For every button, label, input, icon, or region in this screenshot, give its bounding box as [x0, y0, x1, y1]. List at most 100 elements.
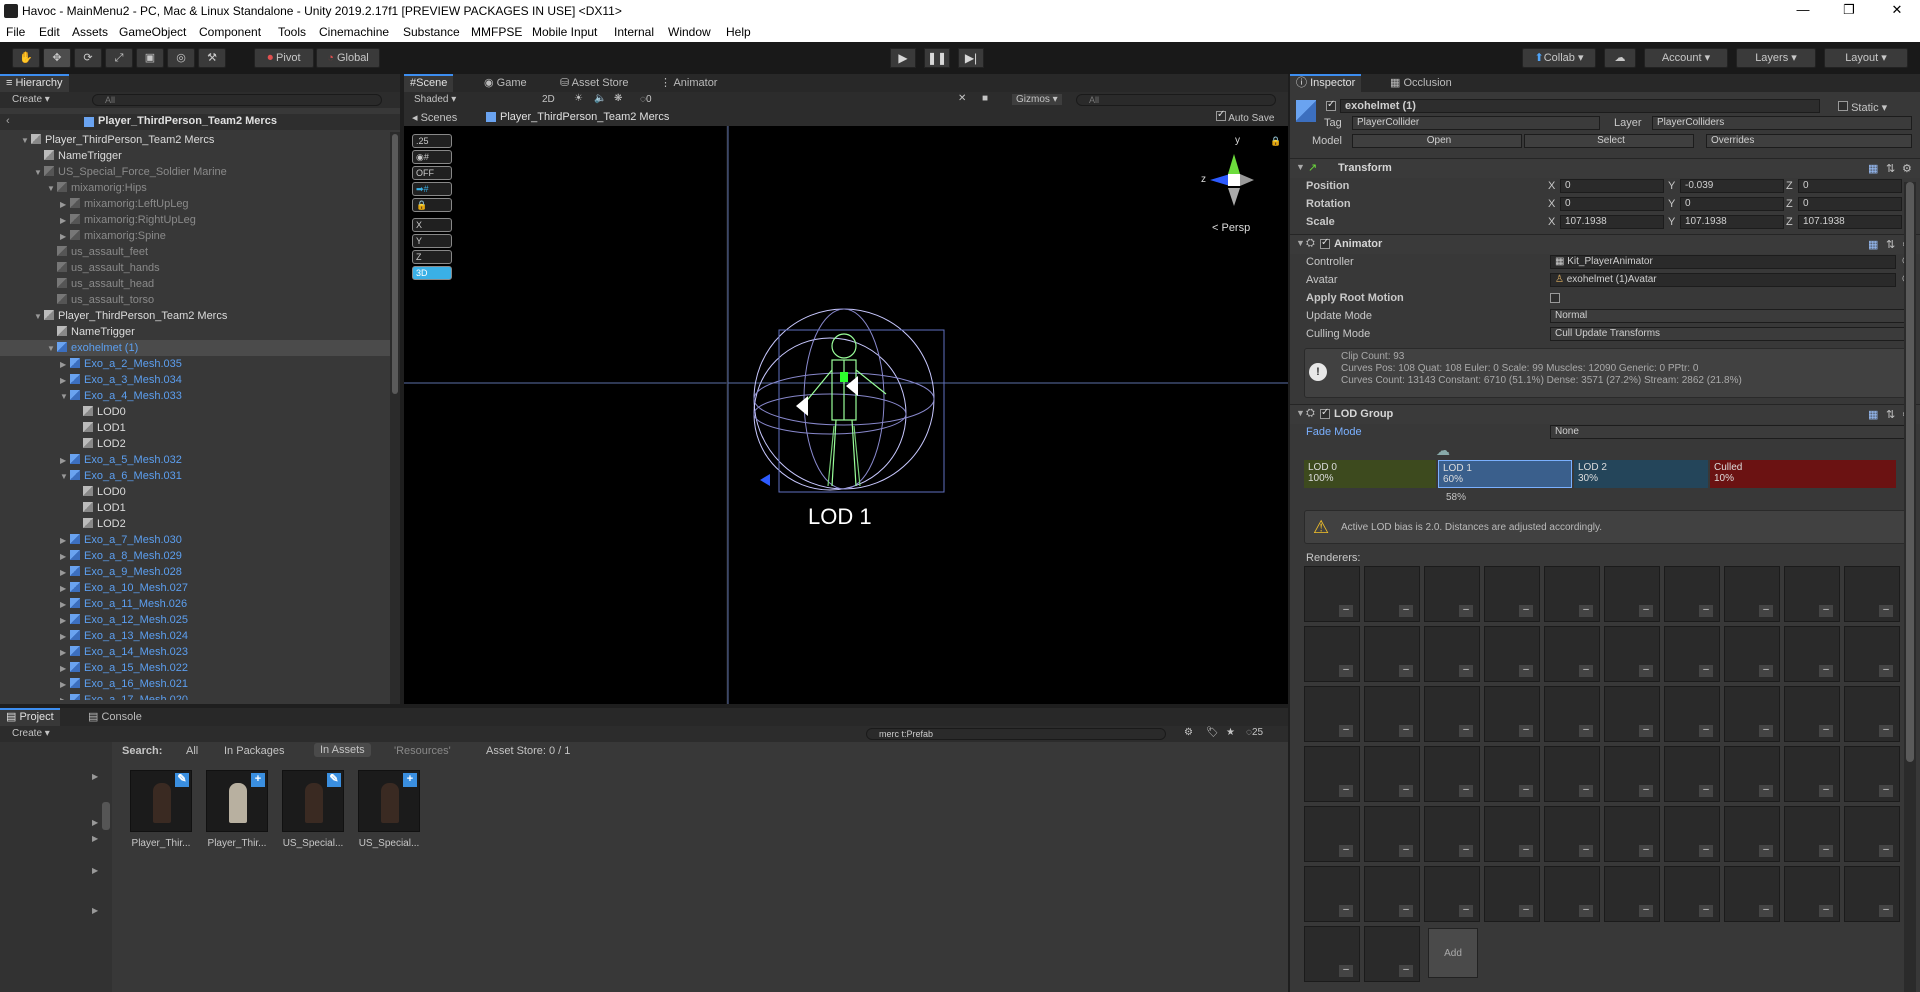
renderer-slot[interactable] — [1424, 746, 1480, 802]
hierarchy-item[interactable]: ▶ Exo_a_5_Mesh.032 — [0, 452, 390, 468]
menu-edit[interactable]: Edit — [39, 25, 60, 39]
renderer-slot[interactable] — [1544, 686, 1600, 742]
renderer-slot[interactable] — [1544, 746, 1600, 802]
menu-gameobject[interactable]: GameObject — [119, 25, 186, 39]
renderer-slot[interactable] — [1484, 686, 1540, 742]
hand-tool-icon[interactable]: ✋ — [12, 48, 40, 68]
renderer-slot[interactable] — [1784, 746, 1840, 802]
shading-dropdown[interactable]: Shaded ▾ — [414, 94, 456, 105]
tag-dropdown[interactable]: PlayerCollider — [1352, 116, 1600, 130]
folder-expand-icon[interactable]: ▶ — [92, 866, 98, 875]
expand-arrow-icon[interactable]: ▶ — [60, 677, 70, 693]
tab-project[interactable]: ▤ Project — [0, 708, 60, 726]
renderer-slot[interactable] — [1844, 746, 1900, 802]
cloud-icon[interactable]: ☁ — [1604, 48, 1636, 68]
favorite-star-icon[interactable]: ★ — [1226, 727, 1235, 738]
help-icon[interactable]: ▦ — [1868, 162, 1878, 175]
lod-level-2[interactable]: LOD 2 30% — [1574, 460, 1708, 488]
scope-all[interactable]: All — [186, 745, 198, 757]
prefab-thumbnail[interactable]: ✎ — [130, 770, 192, 832]
renderer-slot[interactable] — [1724, 866, 1780, 922]
animator-enabled-checkbox[interactable] — [1320, 237, 1330, 252]
renderer-slot[interactable] — [1664, 566, 1720, 622]
hierarchy-item[interactable]: ▶ Exo_a_11_Mesh.026 — [0, 596, 390, 612]
menu-substance[interactable]: Substance — [403, 25, 460, 39]
rotation-y-axis-label[interactable]: Y — [1668, 198, 1675, 210]
preset-icon[interactable]: ⇅ — [1886, 408, 1895, 421]
renderer-slot[interactable] — [1424, 626, 1480, 682]
scale-tool-icon[interactable]: ⤢ — [105, 48, 133, 68]
camera-marker-icon[interactable]: ☁ — [1436, 442, 1450, 459]
lod-level-3[interactable]: Culled 10% — [1710, 460, 1896, 488]
hierarchy-item[interactable]: ▼ Player_ThirdPerson_Team2 Mercs — [0, 132, 390, 148]
step-button[interactable]: ▶| — [958, 48, 984, 68]
renderer-slot[interactable] — [1664, 746, 1720, 802]
scale-y-axis-label[interactable]: Y — [1668, 216, 1675, 228]
renderer-slot[interactable] — [1844, 806, 1900, 862]
expand-arrow-icon[interactable]: ▶ — [60, 549, 70, 565]
expand-arrow-icon[interactable]: ▼ — [1296, 162, 1305, 172]
inspector-scroll-thumb[interactable] — [1906, 182, 1914, 762]
hierarchy-item[interactable]: NameTrigger — [0, 324, 390, 340]
hierarchy-item[interactable]: ▼ exohelmet (1) — [0, 340, 390, 356]
hierarchy-item[interactable]: ▶ Exo_a_2_Mesh.035 — [0, 356, 390, 372]
expand-arrow-icon[interactable]: ▼ — [1296, 238, 1305, 248]
renderer-slot[interactable] — [1484, 746, 1540, 802]
preset-icon[interactable]: ⇅ — [1886, 238, 1895, 251]
effects-icon[interactable]: ❋ — [614, 93, 622, 104]
renderer-slot[interactable] — [1724, 806, 1780, 862]
layout-dropdown[interactable]: Layout ▾ — [1824, 48, 1908, 68]
renderer-slot[interactable] — [1844, 566, 1900, 622]
lodgroup-enabled-checkbox[interactable] — [1320, 407, 1330, 422]
transform-tool-icon[interactable]: ◎ — [167, 48, 195, 68]
menu-tools[interactable]: Tools — [278, 25, 306, 39]
global-toggle[interactable]: ◔ Global — [316, 48, 380, 68]
scale-x-field[interactable]: 107.1938 — [1560, 215, 1664, 229]
lighting-icon[interactable]: ☀ — [574, 93, 583, 104]
hierarchy-item[interactable]: ▶ mixamorig:Spine — [0, 228, 390, 244]
renderer-slot[interactable] — [1784, 626, 1840, 682]
menu-file[interactable]: File — [6, 25, 25, 39]
renderer-slot[interactable] — [1544, 626, 1600, 682]
expand-arrow-icon[interactable]: ▶ — [60, 453, 70, 469]
hierarchy-item[interactable]: ▶ Exo_a_12_Mesh.025 — [0, 612, 390, 628]
preset-icon[interactable]: ⇅ — [1886, 162, 1895, 175]
renderer-slot[interactable] — [1604, 746, 1660, 802]
scene-search-input[interactable]: All — [1076, 94, 1276, 106]
lodgroup-header[interactable]: ▼ ⛭ LOD Group ▦ ⇅ ⚙ — [1290, 404, 1920, 424]
hierarchy-item[interactable]: LOD1 — [0, 420, 390, 436]
renderer-slot[interactable] — [1424, 806, 1480, 862]
maximize-button[interactable]: ❐ — [1826, 0, 1872, 22]
rotation-x-field[interactable]: 0 — [1560, 197, 1664, 211]
expand-arrow-icon[interactable]: ▶ — [60, 357, 70, 373]
hierarchy-item[interactable]: LOD2 — [0, 516, 390, 532]
hierarchy-search-input[interactable]: All — [92, 94, 382, 106]
pivot-toggle[interactable]: ⏺ Pivot — [254, 48, 314, 68]
rotation-x-axis-label[interactable]: X — [1548, 198, 1555, 210]
gear-icon[interactable]: ⚙ — [1902, 162, 1912, 175]
renderer-slot[interactable] — [1664, 626, 1720, 682]
renderer-slot[interactable] — [1304, 686, 1360, 742]
hierarchy-item[interactable]: ▶ mixamorig:LeftUpLeg — [0, 196, 390, 212]
hierarchy-item[interactable]: ▶ Exo_a_9_Mesh.028 — [0, 564, 390, 580]
hierarchy-item[interactable]: ▶ Exo_a_8_Mesh.029 — [0, 548, 390, 564]
pause-button[interactable]: ❚❚ — [924, 48, 950, 68]
tab-console[interactable]: ▤ Console — [82, 708, 148, 726]
inspector-scrollbar[interactable] — [1904, 182, 1916, 992]
renderer-slot[interactable] — [1364, 686, 1420, 742]
root-motion-checkbox[interactable] — [1550, 293, 1560, 306]
renderer-slot[interactable] — [1424, 686, 1480, 742]
position-y-axis-label[interactable]: Y — [1668, 180, 1675, 192]
renderer-slot[interactable] — [1304, 626, 1360, 682]
audio-icon[interactable]: 🔈 — [594, 93, 606, 104]
renderer-slot[interactable] — [1664, 806, 1720, 862]
expand-arrow-icon[interactable]: ▼ — [1296, 408, 1305, 418]
expand-arrow-icon[interactable]: ▶ — [60, 661, 70, 677]
renderer-slot[interactable] — [1724, 626, 1780, 682]
scale-z-field[interactable]: 107.1938 — [1798, 215, 1902, 229]
rotation-y-field[interactable]: 0 — [1680, 197, 1784, 211]
hierarchy-item[interactable]: LOD1 — [0, 500, 390, 516]
menu-assets[interactable]: Assets — [72, 25, 108, 39]
overrides-dropdown[interactable]: Overrides — [1706, 134, 1912, 148]
hierarchy-item[interactable]: LOD2 — [0, 436, 390, 452]
